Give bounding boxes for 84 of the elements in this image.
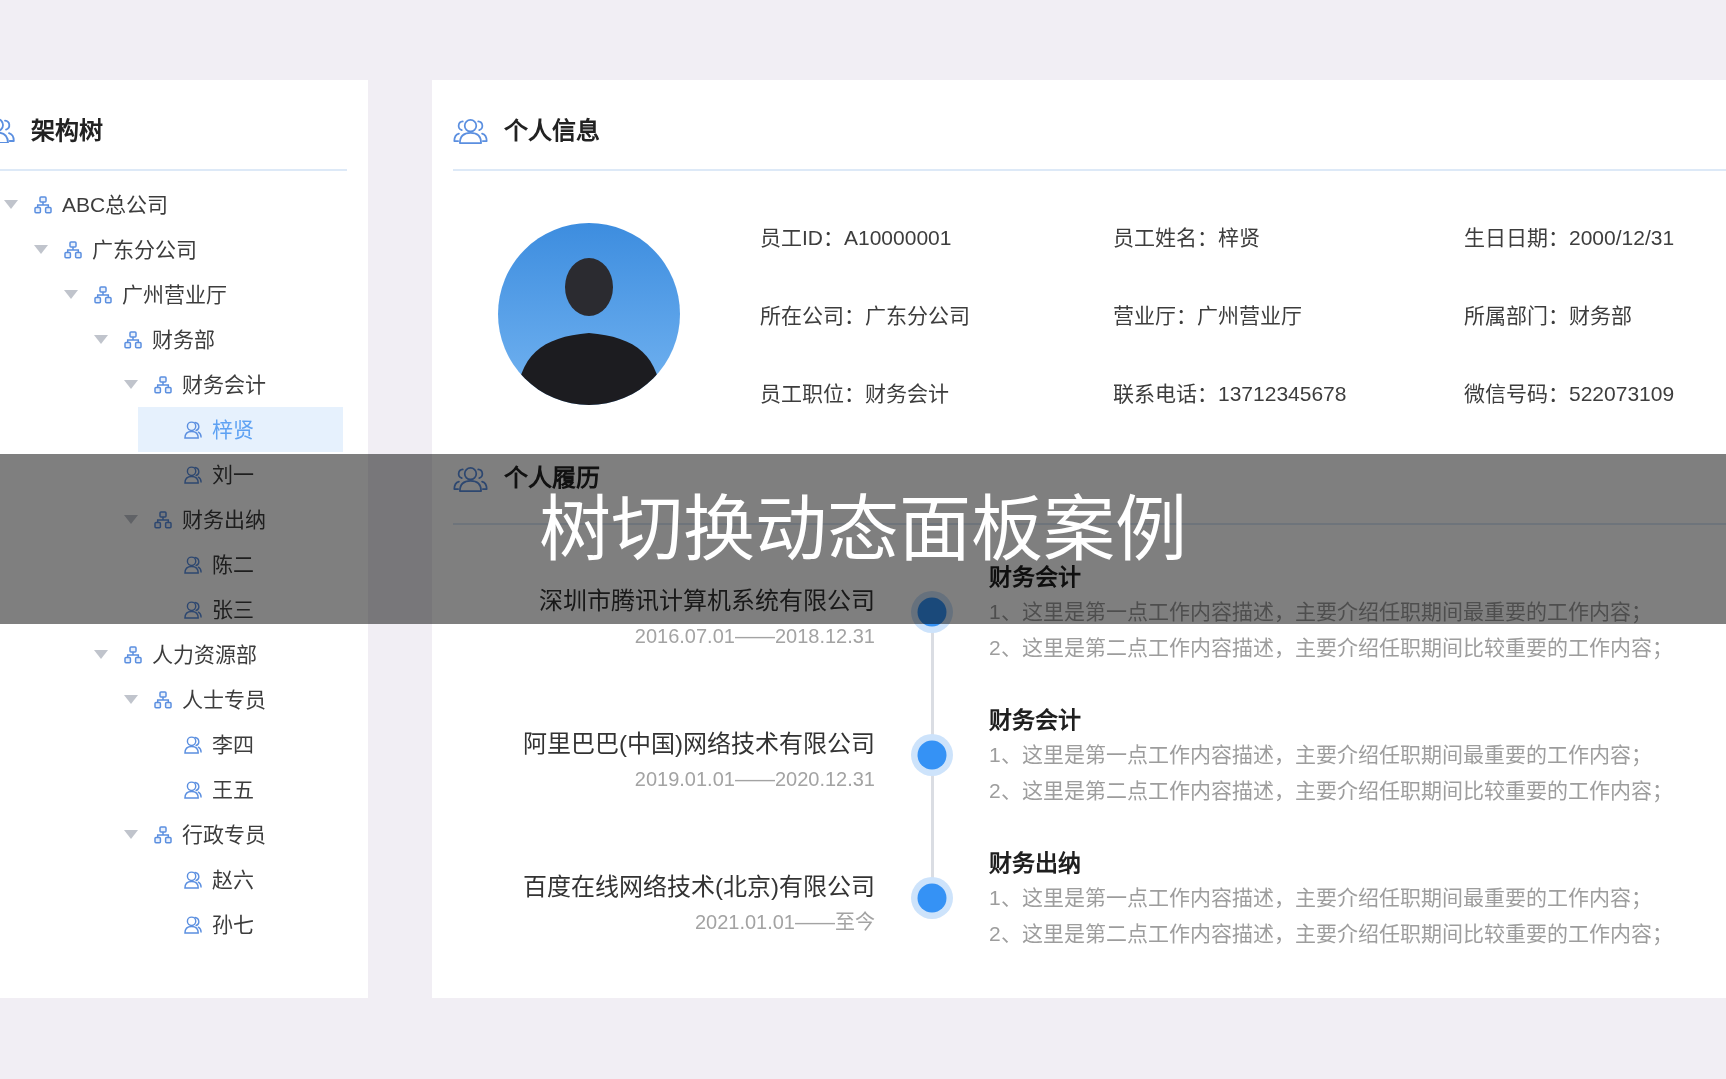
org-chart-icon <box>124 330 142 349</box>
caret-icon[interactable] <box>124 380 138 389</box>
org-chart-icon <box>34 195 52 214</box>
tree-item[interactable]: 赵六 <box>138 857 343 902</box>
job-title: 财务会计 <box>989 708 1081 732</box>
person-icon <box>184 420 202 439</box>
tree-item[interactable]: 广东分公司 <box>18 227 343 272</box>
people-icon <box>453 464 488 492</box>
employment-period: 2021.01.01——至今 <box>693 910 875 935</box>
org-chart-icon <box>154 375 172 394</box>
people-icon <box>453 117 488 144</box>
field-label: 营业厅： <box>1113 304 1197 327</box>
duty-text: 2、这里是第二点工作内容描述，主要介绍任职期间比较重要的工作内容； <box>989 921 1674 947</box>
field-value: 2000/12/31 <box>1569 226 1675 249</box>
person-icon <box>184 735 202 754</box>
org-chart-icon <box>94 285 112 304</box>
org-chart-icon <box>154 690 172 709</box>
tree-item[interactable]: 刘一 <box>138 452 343 497</box>
field-value: 522073109 <box>1569 382 1675 405</box>
tree-item[interactable]: 财务会计 <box>108 362 343 407</box>
person-icon <box>184 915 202 934</box>
caret-icon[interactable] <box>4 200 18 209</box>
field-label: 所在公司： <box>760 304 865 327</box>
job-title: 财务会计 <box>989 565 1081 589</box>
tree-item[interactable]: 行政专员 <box>108 812 343 857</box>
tree-item[interactable]: 李四 <box>138 722 343 767</box>
caret-icon[interactable] <box>34 245 48 254</box>
duty-text: 2、这里是第二点工作内容描述，主要介绍任职期间比较重要的工作内容； <box>989 778 1674 804</box>
field-value: 13712345678 <box>1218 382 1347 405</box>
tree-item[interactable]: 孙七 <box>138 902 343 947</box>
field-label: 微信号码： <box>1464 382 1569 405</box>
field-value: 梓贤 <box>1218 226 1260 249</box>
field-value: 财务部 <box>1569 304 1632 327</box>
person-icon <box>184 870 202 889</box>
company-name: 深圳市腾讯计算机系统有限公司 <box>538 586 875 616</box>
field-label: 员工职位： <box>760 382 865 405</box>
person-icon <box>184 555 202 574</box>
field-label: 联系电话： <box>1113 382 1218 405</box>
duty-text: 1、这里是第一点工作内容描述，主要介绍任职期间最重要的工作内容； <box>989 885 1653 911</box>
banner-title: 树切换动态面板案例 <box>539 492 1187 566</box>
tree-item[interactable]: ABC总公司 <box>0 182 343 227</box>
caret-icon[interactable] <box>124 515 138 524</box>
section-title: 个人履历 <box>504 463 600 493</box>
person-icon <box>184 465 202 484</box>
field-label: 生日日期： <box>1464 226 1569 249</box>
tree-item[interactable]: 人力资源部 <box>78 632 343 677</box>
people-icon <box>0 118 15 143</box>
person-icon <box>184 600 202 619</box>
field-value: A10000001 <box>844 226 952 249</box>
caret-icon[interactable] <box>94 335 108 344</box>
company-name: 百度在线网络技术(北京)有限公司 <box>522 872 875 902</box>
tree-item[interactable]: 广州营业厅 <box>48 272 343 317</box>
caret-icon[interactable] <box>124 695 138 704</box>
employment-period: 2019.01.01——2020.12.31 <box>633 767 875 792</box>
tree-item[interactable]: 陈二 <box>138 542 343 587</box>
org-chart-icon <box>64 240 82 259</box>
tree-item[interactable]: 财务部 <box>78 317 343 362</box>
job-title: 财务出纳 <box>989 851 1081 875</box>
field-label: 员工ID： <box>760 226 844 249</box>
tree-item[interactable]: 财务出纳 <box>108 497 343 542</box>
field-value: 财务会计 <box>865 382 949 405</box>
tree-item[interactable]: 张三 <box>138 587 343 632</box>
caret-icon[interactable] <box>94 650 108 659</box>
caret-icon[interactable] <box>64 290 78 299</box>
tree-item[interactable]: 王五 <box>138 767 343 812</box>
field-value: 广东分公司 <box>865 304 970 327</box>
field-label: 所属部门： <box>1464 304 1569 327</box>
org-chart-icon <box>154 510 172 529</box>
person-icon <box>184 780 202 799</box>
employment-period: 2016.07.01——2018.12.31 <box>633 624 875 649</box>
duty-text: 2、这里是第二点工作内容描述，主要介绍任职期间比较重要的工作内容； <box>989 635 1674 661</box>
panel-title: 架构树 <box>31 115 103 146</box>
field-value: 广州营业厅 <box>1197 304 1302 327</box>
field-label: 员工姓名： <box>1113 226 1218 249</box>
caret-icon[interactable] <box>124 830 138 839</box>
org-chart-icon <box>124 645 142 664</box>
section-title: 个人信息 <box>504 115 600 146</box>
timeline-marker-icon <box>911 877 953 919</box>
timeline-marker-icon <box>911 591 953 633</box>
company-name: 阿里巴巴(中国)网络技术有限公司 <box>522 729 875 759</box>
duty-text: 1、这里是第一点工作内容描述，主要介绍任职期间最重要的工作内容； <box>989 742 1653 768</box>
org-chart-icon <box>154 825 172 844</box>
timeline-marker-icon <box>911 734 953 776</box>
tree-item[interactable]: 人士专员 <box>108 677 343 722</box>
